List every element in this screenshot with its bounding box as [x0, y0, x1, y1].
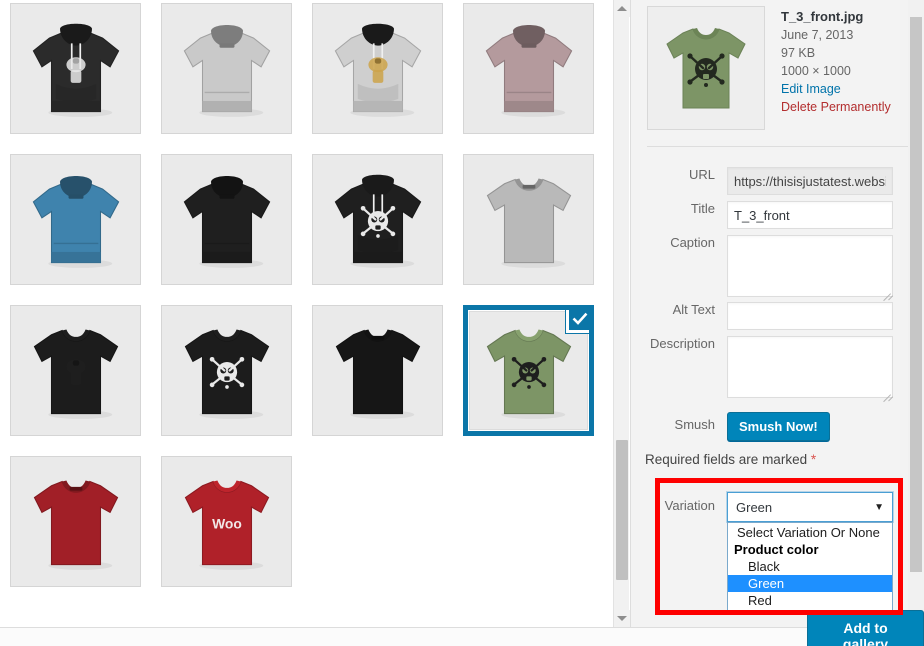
modal-toolbar: [0, 627, 924, 646]
description-textarea[interactable]: [727, 336, 893, 398]
tshirt-red-front-woo-icon: Woo: [184, 479, 269, 570]
caption-field-row: Caption: [631, 235, 908, 297]
svg-text:Woo: Woo: [212, 515, 242, 531]
variation-dropdown-list[interactable]: Select Variation Or None Product color Bla…: [727, 522, 893, 611]
attachment-thumbnail[interactable]: [647, 6, 765, 130]
attachment-image: [11, 306, 140, 435]
attachment-image: [162, 155, 291, 284]
attachment-tile-selected[interactable]: [463, 305, 594, 436]
attachment-tile[interactable]: [161, 3, 292, 134]
delete-permanently-link[interactable]: Delete Permanently: [781, 98, 908, 116]
scroll-up-arrow-icon[interactable]: [614, 0, 630, 17]
attachment-image: [464, 155, 593, 284]
checkmark-icon[interactable]: [566, 310, 589, 333]
details-scrollbar[interactable]: [908, 0, 924, 627]
caption-label: Caption: [670, 235, 715, 250]
variation-option[interactable]: Select Variation Or None: [728, 524, 892, 541]
attachment-summary: T_3_front.jpg June 7, 2013 97 KB 1000 × …: [647, 6, 908, 134]
variation-label: Variation: [664, 498, 715, 513]
attachment-tile[interactable]: [312, 154, 443, 285]
attachment-tile[interactable]: [312, 3, 443, 134]
tshirt-black-front-logo-icon: [33, 328, 118, 419]
details-scrollbar-thumb[interactable]: [910, 17, 922, 572]
attachment-image: [162, 4, 291, 133]
attachment-tile[interactable]: [312, 305, 443, 436]
attachment-image: [11, 155, 140, 284]
description-label: Description: [649, 336, 715, 351]
tshirt-grey-back-icon: [486, 177, 571, 268]
tshirt-red-back-icon: [33, 479, 118, 570]
grid-scrollbar[interactable]: [613, 0, 630, 627]
tshirt-green-front-skull-icon: [666, 28, 746, 109]
variation-option[interactable]: Red: [728, 592, 892, 609]
attachments-grid-panel[interactable]: Woo: [0, 0, 613, 627]
chevron-down-icon: ▼: [874, 501, 884, 513]
media-library-modal: Woo T_3_front.jpg June 7, 2013 97 KB 100…: [0, 0, 924, 646]
title-label: Title: [690, 201, 715, 216]
alt-text-input[interactable]: [727, 302, 893, 330]
smush-label: Smush: [674, 417, 715, 432]
hoodie-black-front-logo-icon: [32, 23, 119, 117]
alt-text-label: Alt Text: [672, 302, 715, 317]
hoodie-blue-back-icon: [32, 175, 119, 268]
hoodie-black-front-skull-icon: [334, 174, 421, 268]
tshirt-green-front-skull-icon: [486, 328, 571, 419]
variation-option[interactable]: Black: [728, 558, 892, 575]
scroll-down-arrow-icon[interactable]: [614, 610, 630, 627]
hoodie-light-front-logo-icon: [334, 23, 421, 117]
attachment-image: Woo: [162, 457, 291, 586]
required-fields-text: Required fields are marked: [645, 452, 808, 467]
edit-image-link[interactable]: Edit Image: [781, 80, 908, 98]
attachments-grid: Woo: [10, 3, 610, 587]
description-field-row: Description: [631, 336, 908, 398]
required-asterisk: *: [810, 452, 817, 467]
attachment-date: June 7, 2013: [781, 28, 854, 42]
tshirt-black-front-skull-icon: [184, 328, 269, 419]
variation-select[interactable]: Green ▼: [727, 492, 893, 522]
attachment-details-panel: T_3_front.jpg June 7, 2013 97 KB 1000 × …: [630, 0, 908, 627]
hoodie-mauve-back-icon: [485, 24, 572, 117]
attachment-image: [11, 457, 140, 586]
attachment-image: [464, 4, 593, 133]
attachment-dimensions: 1000 × 1000: [781, 64, 851, 78]
smush-now-button[interactable]: Smush Now!: [727, 412, 830, 441]
required-fields-note: Required fields are marked *: [645, 452, 816, 467]
attachment-image: [11, 4, 140, 133]
attachment-tile[interactable]: Woo: [161, 456, 292, 587]
attachment-image: [313, 155, 442, 284]
tshirt-black-back-icon: [335, 328, 420, 419]
attachment-tile[interactable]: [161, 305, 292, 436]
attachment-image: [313, 306, 442, 435]
attachment-tile[interactable]: [10, 154, 141, 285]
url-input[interactable]: [727, 167, 893, 195]
add-to-gallery-button[interactable]: Add to gallery: [807, 610, 924, 646]
hoodie-black-back-icon: [183, 175, 270, 268]
variation-optgroup-label: Product color: [734, 542, 819, 557]
attachment-tile[interactable]: [463, 154, 594, 285]
attachment-tile[interactable]: [10, 305, 141, 436]
caption-textarea[interactable]: [727, 235, 893, 297]
hoodie-grey-back-icon: [183, 24, 270, 117]
attachment-tile[interactable]: [10, 456, 141, 587]
grid-scrollbar-thumb[interactable]: [616, 440, 628, 580]
title-input[interactable]: [727, 201, 893, 229]
url-label: URL: [688, 167, 715, 182]
attachment-image: [162, 306, 291, 435]
attachment-tile[interactable]: [161, 154, 292, 285]
attachment-image: [313, 4, 442, 133]
variation-selected-value: Green: [736, 499, 773, 515]
variation-option[interactable]: Green: [728, 575, 892, 592]
details-divider: [647, 146, 908, 147]
attachment-filesize: 97 KB: [781, 46, 816, 60]
attachment-tile[interactable]: [463, 3, 594, 134]
attachment-filename: T_3_front.jpg: [781, 9, 864, 24]
attachment-tile[interactable]: [10, 3, 141, 134]
